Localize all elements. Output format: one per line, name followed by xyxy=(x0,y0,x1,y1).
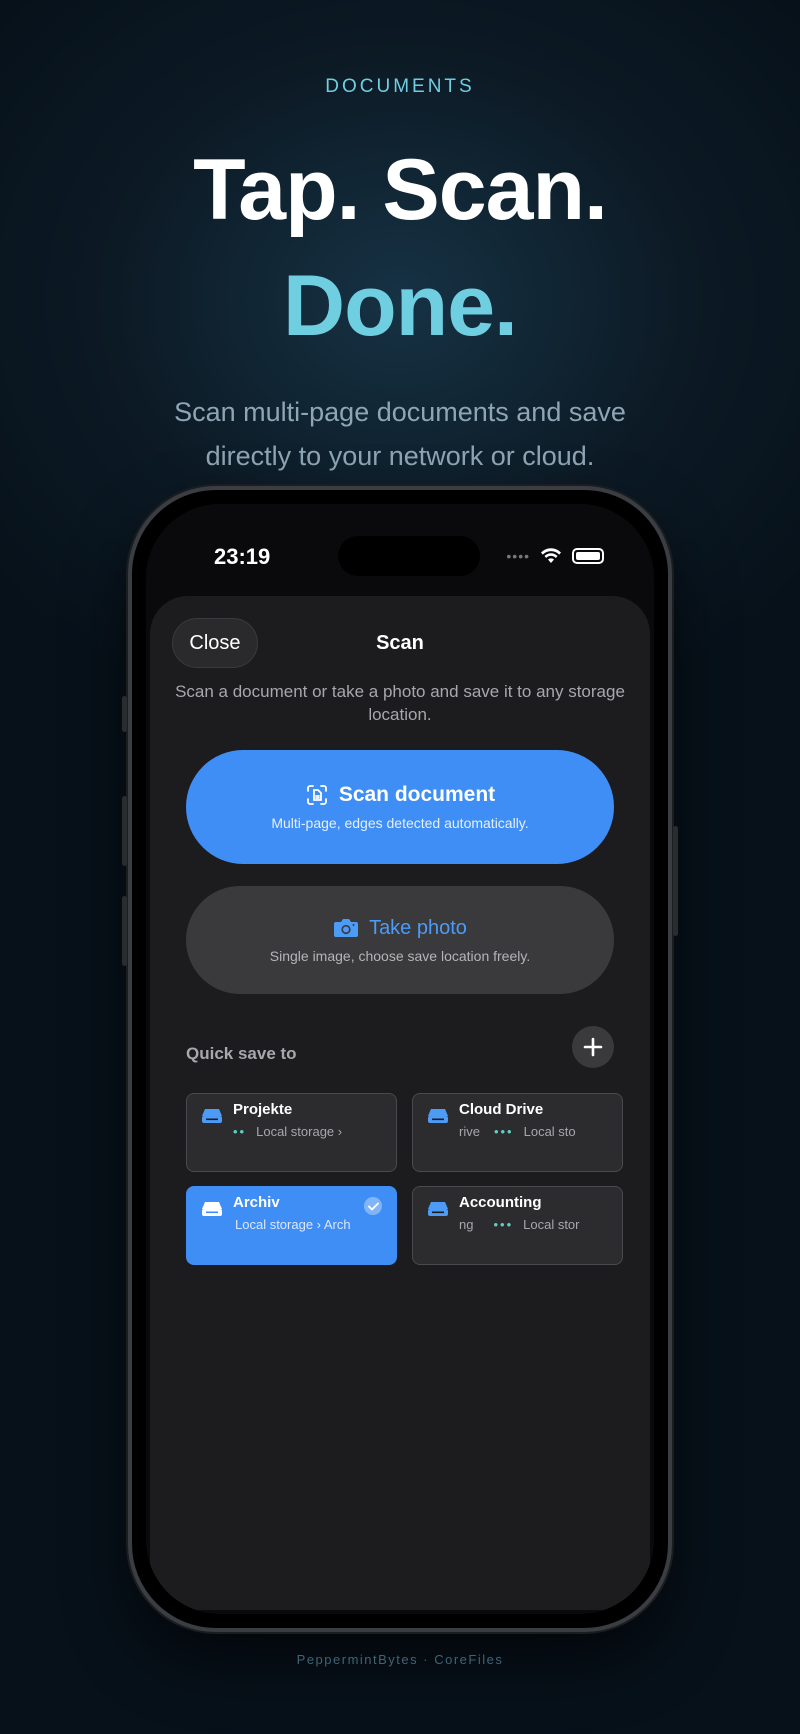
camera-icon xyxy=(334,919,359,937)
take-photo-title: Take photo xyxy=(369,916,467,939)
scan-sheet: Close Scan Scan a document or take a pho… xyxy=(150,596,650,1610)
phone-frame: 23:19 •••• Close Scan Scan a document or… xyxy=(122,486,678,1632)
quick-save-tile-cloud-drive[interactable]: Cloud Drive rive ••• Local sto xyxy=(412,1093,623,1172)
checkmark-icon xyxy=(364,1197,382,1215)
battery-icon xyxy=(572,548,604,564)
tile-path: rive ••• Local sto xyxy=(459,1124,576,1139)
scan-document-subtitle: Multi-page, edges detected automatically… xyxy=(271,815,529,831)
tile-path: ng ••• Local stor xyxy=(459,1217,580,1232)
drive-icon xyxy=(428,1202,448,1216)
wifi-icon xyxy=(541,548,561,563)
volume-up-button xyxy=(122,796,127,866)
eyebrow-label: DOCUMENTS xyxy=(325,76,475,97)
footer-credit: PeppermintBytes · CoreFiles xyxy=(296,1652,504,1667)
take-photo-subtitle: Single image, choose save location freel… xyxy=(269,947,531,964)
quick-save-tile-archiv[interactable]: Archiv Local storage › Arch xyxy=(186,1186,397,1265)
headline-accent: Done. xyxy=(283,258,518,354)
quick-save-label: Quick save to xyxy=(186,1044,297,1063)
action-button xyxy=(122,696,127,732)
scan-document-button[interactable]: Scan document Multi-page, edges detected… xyxy=(186,750,614,864)
subline: Scan multi-page documents and save direc… xyxy=(174,397,626,471)
dynamic-island xyxy=(338,536,480,576)
quick-save-tile-projekte[interactable]: Projekte •• Local storage › xyxy=(186,1093,397,1172)
quick-save-tile-accounting[interactable]: Accounting ng ••• Local stor xyxy=(412,1186,623,1265)
tile-path: •• Local storage › xyxy=(233,1124,343,1139)
tile-name: Cloud Drive xyxy=(459,1101,544,1118)
path-separator-dots: ••• xyxy=(493,1217,514,1232)
drive-icon xyxy=(202,1202,222,1216)
tile-name: Accounting xyxy=(459,1194,542,1211)
document-scanner-icon xyxy=(306,785,327,805)
path-separator-dots: ••• xyxy=(493,1124,514,1139)
sheet-title: Scan xyxy=(376,632,424,654)
path-separator-dots: •• xyxy=(233,1124,247,1139)
tile-path: Local storage › Arch xyxy=(235,1217,351,1232)
scan-document-title: Scan document xyxy=(338,783,496,806)
tile-name: Projekte xyxy=(233,1101,293,1118)
add-location-button[interactable] xyxy=(572,1026,614,1068)
drive-icon xyxy=(428,1109,448,1123)
status-bar: 23:19 •••• xyxy=(146,536,654,576)
power-button xyxy=(673,826,678,936)
phone-screen: 23:19 •••• Close Scan Scan a document or… xyxy=(146,504,654,1614)
sheet-description: Scan a document or take a photo and save… xyxy=(175,682,625,724)
cellular-signal-icon: •••• xyxy=(506,548,530,564)
plus-icon xyxy=(583,1037,603,1057)
take-photo-button[interactable]: Take photo Single image, choose save loc… xyxy=(186,886,614,994)
tile-name: Archiv xyxy=(233,1194,280,1211)
headline-primary: Tap. Scan. xyxy=(193,142,608,238)
drive-icon xyxy=(202,1109,222,1123)
status-time: 23:19 xyxy=(214,544,271,569)
status-icons: •••• xyxy=(506,548,604,564)
volume-down-button xyxy=(122,896,127,966)
